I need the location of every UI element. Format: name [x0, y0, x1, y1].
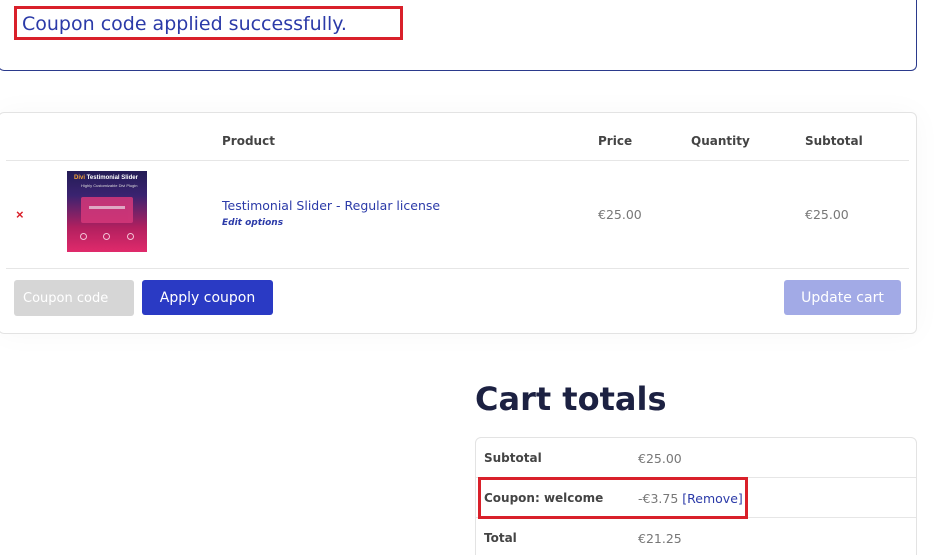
edit-options-link[interactable]: Edit options: [222, 218, 283, 228]
product-name-link[interactable]: Testimonial Slider - Regular license: [222, 198, 440, 213]
thumbnail-feature-icon: [103, 233, 110, 240]
cart-totals-title: Cart totals: [475, 380, 667, 418]
coupon-label: Coupon: welcome: [484, 491, 604, 505]
totals-row-subtotal: Subtotal €25.00: [476, 438, 916, 478]
update-cart-button[interactable]: Update cart: [784, 280, 901, 315]
header-price: Price: [598, 134, 633, 148]
item-price: €25.00: [598, 207, 642, 222]
item-subtotal: €25.00: [805, 207, 849, 222]
apply-coupon-button[interactable]: Apply coupon: [142, 280, 273, 315]
remove-item-icon[interactable]: ×: [16, 207, 24, 222]
row-divider: [6, 268, 909, 269]
subtotal-value: €25.00: [638, 451, 682, 466]
coupon-value: -€3.75 [Remove]: [638, 491, 743, 506]
totals-row-coupon: Coupon: welcome -€3.75 [Remove]: [476, 477, 916, 517]
cart-totals-table: Subtotal €25.00 Coupon: welcome -€3.75 […: [475, 437, 917, 555]
total-label: Total: [484, 531, 517, 545]
coupon-success-notice: Coupon code applied successfully.: [0, 0, 917, 71]
cart-table: Product Price Quantity Subtotal × Divi T…: [0, 112, 917, 334]
thumbnail-feature-icon: [127, 233, 134, 240]
notice-message: Coupon code applied successfully.: [14, 6, 403, 40]
total-value: €21.25: [638, 531, 682, 546]
coupon-code-input[interactable]: [14, 280, 134, 316]
header-product: Product: [222, 134, 275, 148]
thumbnail-slide-graphic: [81, 197, 133, 223]
thumbnail-subtitle: Highly Customizable Divi Plugin: [81, 183, 138, 188]
header-subtotal: Subtotal: [805, 134, 863, 148]
totals-row-total: Total €21.25: [476, 517, 916, 555]
remove-coupon-link[interactable]: [Remove]: [682, 491, 742, 506]
header-quantity: Quantity: [691, 134, 750, 148]
header-divider: [6, 160, 909, 161]
product-thumbnail[interactable]: Divi Testimonial Slider Highly Customiza…: [67, 171, 147, 252]
thumbnail-title: Divi Testimonial Slider: [74, 175, 138, 181]
coupon-discount: -€3.75: [638, 491, 679, 506]
thumbnail-feature-icon: [80, 233, 87, 240]
subtotal-label: Subtotal: [484, 451, 542, 465]
